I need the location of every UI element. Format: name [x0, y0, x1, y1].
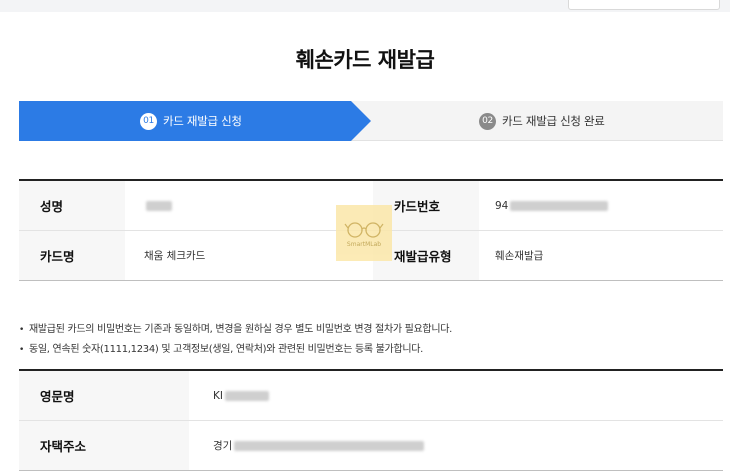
masked-text — [224, 390, 269, 401]
card-number-value: 94 — [495, 181, 609, 230]
english-name-value-text: KI — [213, 389, 223, 402]
top-bar-button[interactable] — [568, 0, 720, 10]
step-1-label: 카드 재발급 신청 — [163, 114, 242, 128]
page-title: 훼손카드 재발급 — [295, 48, 435, 72]
notice-item: 재발급된 카드의 비밀번호는 기존과 동일하며, 변경을 원하실 경우 별도 비… — [19, 320, 723, 340]
card-name-value: 채움 체크카드 — [144, 250, 206, 262]
name-value — [144, 181, 172, 230]
card-number-value-text: 94 — [495, 199, 509, 212]
table-row: 자택주소 경기 — [19, 421, 723, 471]
masked-text — [510, 200, 609, 211]
watermark: SmartMLab — [336, 205, 392, 261]
address-value: 경기 — [213, 421, 425, 470]
applicant-table: 영문명 KI 자택주소 경기 — [19, 369, 723, 471]
reissue-type-value: 훼손재발급 — [495, 250, 544, 262]
step-2: 02 카드 재발급 신청 완료 — [479, 101, 605, 141]
notice-item: 동일, 연속된 숫자(1111,1234) 및 고객정보(생일, 연락처)와 관… — [19, 340, 723, 360]
top-bar — [0, 0, 730, 12]
card-name-label: 카드명 — [19, 231, 125, 280]
english-name-value: KI — [213, 371, 269, 420]
step-indicator: 01 카드 재발급 신청 02 카드 재발급 신청 완료 — [19, 101, 723, 141]
table-row: 영문명 KI — [19, 371, 723, 421]
step-1: 01 카드 재발급 신청 — [140, 101, 242, 141]
step-2-number: 02 — [479, 112, 496, 130]
step-1-number: 01 — [140, 112, 157, 130]
notice-list: 재발급된 카드의 비밀번호는 기존과 동일하며, 변경을 원하실 경우 별도 비… — [19, 320, 723, 360]
masked-text — [146, 200, 172, 211]
address-label: 자택주소 — [19, 421, 189, 470]
english-name-label: 영문명 — [19, 371, 189, 420]
watermark-text: SmartMLab — [346, 240, 382, 248]
glasses-icon — [344, 221, 384, 238]
address-value-text: 경기 — [213, 440, 233, 452]
masked-text — [234, 440, 425, 451]
name-label: 성명 — [19, 181, 125, 230]
step-2-label: 카드 재발급 신청 완료 — [502, 114, 605, 128]
